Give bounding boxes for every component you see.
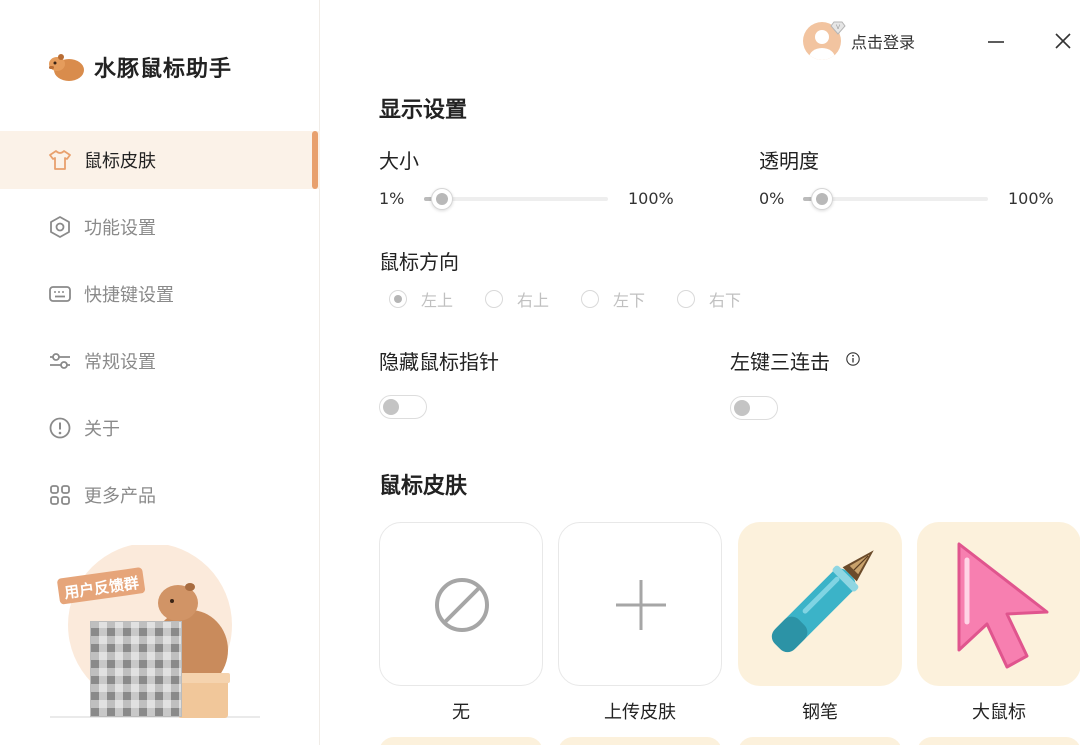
opacity-slider-handle[interactable] [810,188,833,210]
skin-label: 无 [452,702,470,723]
close-icon [1055,33,1071,49]
close-button[interactable] [1050,28,1076,54]
plus-icon [616,580,666,630]
feedback-group-card[interactable]: 用户反馈群 [50,543,260,725]
vip-diamond-icon: V [830,20,846,39]
none-icon [435,578,489,632]
sidebar-item-label: 功能设置 [84,218,156,239]
sidebar-item-general-settings[interactable]: 常规设置 [0,332,320,390]
sidebar-item-function-settings[interactable]: 功能设置 [0,198,320,256]
skin-card-partial[interactable] [738,737,902,745]
skin-label: 大鼠标 [972,702,1026,723]
fountain-pen-icon [771,550,874,653]
radio-label: 右下 [709,291,742,310]
direction-radio-group: 左上 右上 左下 右下 [389,287,773,311]
triple-click-toggle[interactable] [730,396,778,420]
radio-label: 左下 [613,291,646,310]
capybara-logo-icon [48,50,86,84]
keyboard-icon [48,282,72,306]
radio-bottom-right[interactable]: 右下 [677,287,741,311]
sliders-icon [48,349,72,373]
login-label: 点击登录 [851,33,916,52]
sidebar-item-shortcut-settings[interactable]: 快捷键设置 [0,265,320,323]
direction-label: 鼠标方向 [379,250,459,274]
sidebar-item-mouse-skin[interactable]: 鼠标皮肤 [0,131,320,189]
info-circle-icon [48,416,72,440]
sidebar-item-label: 快捷键设置 [84,285,174,306]
qr-code [90,621,182,717]
app-name: 水豚鼠标助手 [94,57,233,82]
skin-card-partial[interactable] [558,737,722,745]
triple-click-label: 左键三连击 [730,350,830,374]
login-button[interactable]: V 点击登录 [803,20,916,60]
size-max-label: 100% [628,189,674,208]
sidebar-item-more-products[interactable]: 更多产品 [0,466,320,524]
sidebar-nav: 鼠标皮肤 功能设置 快捷键设置 常规设置 关于 更多产品 [0,131,320,533]
shirt-icon [48,148,72,172]
skin-none-card[interactable] [379,522,543,686]
sidebar-item-label: 鼠标皮肤 [84,151,156,172]
sidebar-item-label: 更多产品 [84,486,156,507]
size-label: 大小 [379,149,419,173]
sidebar-item-label: 常规设置 [84,352,156,373]
size-min-label: 1% [379,189,405,208]
pink-cursor-icon [957,542,1049,669]
size-slider-handle[interactable] [431,188,454,210]
skin-label: 上传皮肤 [604,702,676,723]
opacity-max-label: 100% [1008,189,1054,208]
mouse-skins-title: 鼠标皮肤 [379,474,468,499]
hide-pointer-label: 隐藏鼠标指针 [379,350,499,374]
radio-bottom-left[interactable]: 左下 [581,287,645,311]
display-settings-title: 显示设置 [379,98,468,123]
skin-upload-card[interactable] [558,522,722,686]
radio-label: 右上 [517,291,550,310]
opacity-label: 透明度 [759,149,819,173]
radio-top-right[interactable]: 右上 [485,287,549,311]
grid-icon [48,483,72,507]
skin-card-partial[interactable] [379,737,543,745]
radio-label: 左上 [421,291,454,310]
skin-label: 钢笔 [802,702,838,723]
minimize-icon [988,41,1004,43]
brand: 水豚鼠标助手 [48,50,232,84]
sidebar-item-label: 关于 [84,419,120,440]
skin-big-cursor-card[interactable] [917,522,1080,686]
hide-pointer-toggle[interactable] [379,395,427,419]
radio-top-left[interactable]: 左上 [389,287,453,311]
hexagon-settings-icon [48,215,72,239]
skin-pen-card[interactable] [738,522,902,686]
info-icon[interactable] [846,351,860,366]
sidebar-item-about[interactable]: 关于 [0,399,320,457]
sidebar: 水豚鼠标助手 鼠标皮肤 功能设置 快捷键设置 常规设置 关于 更多产品 用户反馈… [0,0,320,745]
minimize-button[interactable] [983,28,1009,54]
opacity-min-label: 0% [759,189,785,208]
skin-card-partial[interactable] [917,737,1080,745]
